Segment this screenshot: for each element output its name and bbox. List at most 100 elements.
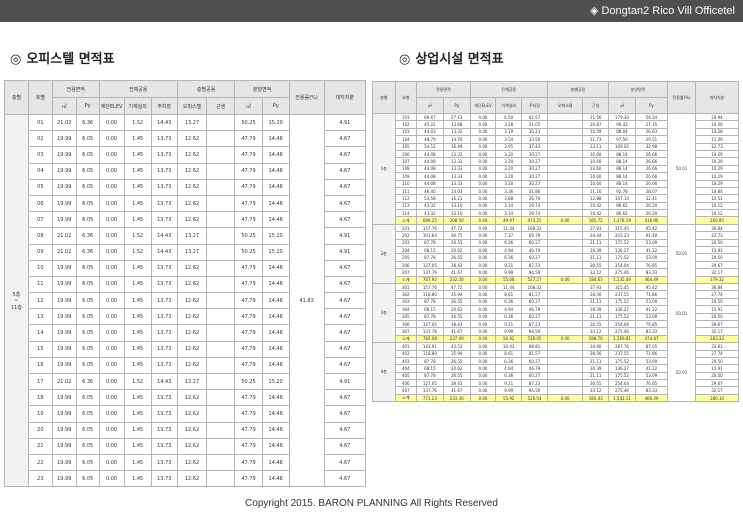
table-cell: 13.33	[442, 164, 471, 174]
table-cell: 36.84	[694, 282, 740, 292]
commercial-area-title: ◎ 상업시설 면적표	[399, 48, 504, 67]
table-cell: 254.04	[608, 379, 636, 388]
table-cell: 10.42	[582, 209, 610, 218]
table-cell: 4.67	[323, 211, 367, 229]
table-cell: 32.41	[634, 194, 669, 203]
table-cell: 0.00	[469, 142, 497, 151]
table-cell: 12.62	[176, 324, 208, 342]
table-row: 3층 301 157.76 47.72 0.00 11.44 108.32 37.93 315.…	[372, 282, 740, 344]
table-cell	[546, 179, 584, 188]
table-cell: 405	[394, 371, 417, 381]
table-cell: 26.55	[442, 253, 471, 262]
table-cell: 6.05	[75, 292, 100, 310]
table-cell: 13.73	[150, 340, 178, 358]
table-cell: 9.21	[495, 379, 523, 388]
table-cell: 4.67	[323, 405, 367, 423]
table-cell: 60.27	[521, 238, 548, 248]
table-cell: 06	[27, 194, 53, 213]
table-cell	[546, 319, 584, 329]
table-cell: 30.23	[521, 127, 548, 137]
table-cell: 83.33	[634, 386, 669, 395]
table-cell: 19.99	[51, 470, 77, 488]
table-cell: 4.67	[323, 259, 367, 277]
table-cell: 05	[27, 178, 53, 196]
table-cell: 26.20	[634, 201, 669, 211]
table-cell: 53.09	[634, 356, 669, 366]
table-cell: 20.50	[694, 312, 740, 321]
table-cell: 10.12	[694, 201, 740, 211]
table-cell: 27.35	[634, 120, 669, 129]
table-cell: 87.23	[521, 260, 548, 270]
table-cell: 4.67	[323, 130, 367, 148]
table-cell: 16	[27, 356, 53, 375]
table-cell: 41.22	[634, 364, 669, 373]
table-cell: 108.32	[521, 223, 548, 233]
bullet-circle-icon: ◎	[10, 52, 22, 67]
table-cell: 19.99	[51, 308, 77, 326]
table-cell: 20.50	[694, 253, 740, 262]
table-cell: 3.19	[495, 127, 523, 137]
table-cell: 21.11	[582, 312, 610, 321]
table-cell	[206, 340, 236, 358]
table-cell: 9.99	[495, 268, 523, 277]
subtotal-cell: 237.49	[442, 334, 471, 344]
commercial-title-text: 상업시설 면적표	[415, 52, 504, 67]
table-cell: 69.79	[521, 231, 548, 240]
table-cell: 94.59	[521, 327, 548, 336]
table-cell: 26.66	[634, 149, 669, 159]
table-cell: 14.46	[261, 421, 290, 439]
table-cell: 12	[27, 292, 53, 310]
table-cell: 87.78	[415, 356, 444, 366]
table-cell: 127.05	[415, 260, 444, 270]
table-cell: 0.00	[98, 372, 125, 391]
table-cell: 29.67	[694, 319, 740, 329]
table-cell: 304	[394, 305, 417, 314]
table-cell: 6.36	[495, 253, 523, 262]
table-cell: 0.00	[469, 268, 497, 277]
table-cell: 1.45	[123, 292, 152, 310]
table-cell: 254.04	[608, 319, 636, 329]
table-cell: 47.79	[234, 389, 263, 407]
table-cell: 19.99	[51, 292, 77, 310]
table-cell	[546, 209, 584, 218]
table-cell: 9.99	[495, 386, 523, 395]
table-cell: 76.85	[634, 379, 669, 388]
subtotal-cell: 1,535.49	[608, 275, 636, 285]
subtotal-cell: 소계	[394, 216, 417, 225]
table-cell: 68.15	[415, 305, 444, 314]
table-cell: 20.94	[694, 112, 740, 122]
table-cell: 19.99	[51, 259, 77, 277]
ratio-cell: 50.01	[667, 282, 696, 344]
table-cell: 46.79	[521, 246, 548, 255]
table-row: 5층 ~ 11층 01 21.02 6.36 0.00 1.52 14.43 13.27 50.…	[4, 113, 367, 488]
table-cell: 12.62	[176, 162, 208, 180]
subtotal-cell: 771.23	[415, 393, 444, 403]
table-cell: 205	[394, 253, 417, 262]
table-cell: 137.76	[415, 327, 444, 336]
table-cell: 157.76	[415, 223, 444, 233]
table-cell: 10.84	[694, 186, 740, 196]
table-cell: 11.73	[582, 135, 610, 144]
subtotal-cell: 185.43	[582, 393, 610, 403]
table-cell: 94.59	[521, 386, 548, 395]
table-cell: 13.73	[150, 421, 178, 439]
table-cell: 12.62	[176, 340, 208, 358]
table-cell: 6.50	[495, 112, 523, 122]
table-cell: 1.45	[123, 421, 152, 439]
table-cell: 21.02	[51, 243, 77, 261]
table-cell: 4.91	[323, 243, 367, 261]
table-cell: 88.14	[608, 164, 636, 174]
table-cell: 118.80	[415, 349, 444, 358]
table-cell: 37.43	[521, 142, 548, 151]
table-cell: 19.99	[51, 356, 77, 375]
table-cell: 44.08	[415, 172, 444, 181]
table-cell: 13.33	[442, 157, 471, 166]
table-cell: 32.17	[694, 268, 740, 277]
table-cell: 6.36	[495, 238, 523, 248]
table-cell: 07	[27, 211, 53, 229]
subtotal-cell: 180.10	[694, 393, 740, 403]
table-cell: 12.62	[176, 130, 208, 148]
table-cell: 20.50	[694, 356, 740, 366]
table-cell: 30.75	[442, 231, 471, 240]
table-cell: 0.00	[469, 164, 497, 174]
